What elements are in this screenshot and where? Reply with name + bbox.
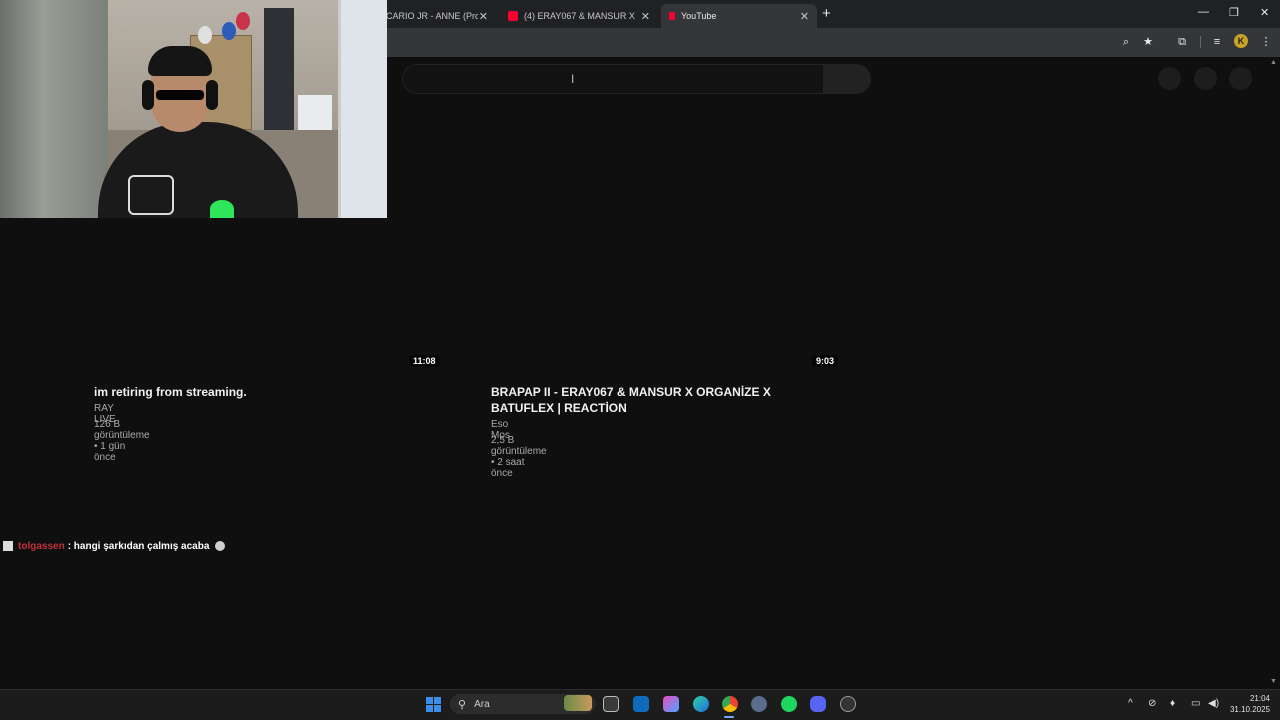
youtube-favicon-icon bbox=[669, 12, 675, 20]
settings-gear-icon[interactable] bbox=[751, 696, 767, 712]
youtube-search-input[interactable] bbox=[402, 64, 824, 94]
scroll-down-icon[interactable]: ▼ bbox=[1270, 678, 1277, 685]
tab-title: CARIO JR - ANNE (Prod. E bbox=[386, 11, 478, 21]
obs-icon[interactable] bbox=[840, 696, 856, 712]
create-button[interactable] bbox=[1158, 67, 1181, 90]
video-duration: 9:03 bbox=[812, 355, 839, 367]
microphone-icon[interactable]: ♦ bbox=[1170, 698, 1175, 709]
spotify-icon[interactable] bbox=[781, 696, 797, 712]
video-meta: 126 B görüntüleme • 1 gün önce bbox=[94, 419, 150, 463]
taskbar-search-placeholder: Ara bbox=[474, 698, 490, 710]
network-icon[interactable]: ▭ bbox=[1191, 698, 1200, 709]
toolbar-separator bbox=[1200, 36, 1201, 48]
media-control-icon[interactable]: ≡ bbox=[1210, 35, 1224, 49]
tab-youtube[interactable]: YouTube ✕ bbox=[661, 4, 817, 28]
search-highlight-icon bbox=[564, 695, 592, 711]
youtube-favicon-icon bbox=[508, 11, 518, 21]
edge-icon[interactable] bbox=[693, 696, 709, 712]
task-view-icon[interactable] bbox=[603, 696, 619, 712]
window-close-icon[interactable]: ✕ bbox=[1260, 6, 1269, 19]
video-title[interactable]: im retiring from streaming. bbox=[94, 384, 394, 400]
restore-icon[interactable]: ❐ bbox=[1229, 6, 1239, 19]
outlook-icon[interactable] bbox=[633, 696, 649, 712]
clock-date: 31.10.2025 bbox=[1229, 705, 1270, 714]
close-icon[interactable]: ✕ bbox=[800, 10, 809, 23]
close-icon[interactable]: ✕ bbox=[479, 10, 488, 23]
tab-cario-anne[interactable]: CARIO JR - ANNE (Prod. E ✕ bbox=[378, 4, 496, 28]
tab-title: (4) ERAY067 & MANSUR X ORG bbox=[524, 11, 636, 21]
chat-username: tolgassen bbox=[18, 540, 65, 552]
chat-badge-icon bbox=[3, 541, 13, 551]
chat-message: tolgassen : hangi şarkıdan çalmış acaba bbox=[3, 539, 226, 553]
youtube-search-button[interactable] bbox=[823, 64, 871, 94]
tab-eray067[interactable]: (4) ERAY067 & MANSUR X ORG ✕ bbox=[500, 4, 658, 28]
close-icon[interactable]: ✕ bbox=[641, 10, 650, 23]
browser-menu-icon[interactable]: ⋮ bbox=[1259, 35, 1273, 49]
screen: CARIO JR - ANNE (Prod. E ✕ (4) ERAY067 &… bbox=[0, 0, 1280, 720]
active-app-indicator bbox=[724, 716, 734, 718]
tray-overflow-icon[interactable]: ^ bbox=[1128, 698, 1133, 709]
minimize-icon[interactable]: — bbox=[1198, 6, 1209, 18]
extensions-icon[interactable]: ⧉ bbox=[1175, 35, 1189, 49]
scroll-up-icon[interactable]: ▲ bbox=[1270, 59, 1277, 66]
copilot-icon[interactable] bbox=[663, 696, 679, 712]
search-icon: ⚲ bbox=[458, 698, 467, 711]
video-title[interactable]: BRAPAP II - ERAY067 & MANSUR X ORGANİZE … bbox=[491, 384, 831, 416]
video-duration: 11:08 bbox=[409, 355, 440, 367]
volume-icon[interactable]: ◀) bbox=[1208, 698, 1219, 709]
tab-title: YouTube bbox=[681, 11, 717, 21]
new-tab-button[interactable]: + bbox=[822, 5, 831, 22]
chrome-icon[interactable] bbox=[722, 696, 738, 712]
webcam-overlay bbox=[0, 0, 387, 218]
emote-icon bbox=[215, 541, 226, 551]
hidden-icon[interactable]: ⊘ bbox=[1148, 698, 1156, 709]
account-avatar[interactable] bbox=[1229, 67, 1252, 90]
windows-start-icon[interactable] bbox=[426, 697, 441, 712]
video-meta: 2,5 B görüntüleme • 2 saat önce bbox=[491, 435, 547, 479]
zoom-icon[interactable]: ⌕ bbox=[1119, 35, 1133, 49]
clock-time: 21:04 bbox=[1249, 694, 1270, 703]
text-cursor-icon: I bbox=[571, 72, 575, 86]
notifications-button[interactable] bbox=[1194, 67, 1217, 90]
profile-avatar[interactable]: K bbox=[1234, 34, 1248, 48]
bookmark-star-icon[interactable]: ★ bbox=[1141, 35, 1155, 49]
chat-text: : hangi şarkıdan çalmış acaba bbox=[67, 540, 210, 552]
scrollbar[interactable] bbox=[1268, 57, 1280, 689]
discord-icon[interactable] bbox=[810, 696, 826, 712]
taskbar-clock[interactable]: 21:04 31.10.2025 bbox=[1224, 693, 1270, 715]
